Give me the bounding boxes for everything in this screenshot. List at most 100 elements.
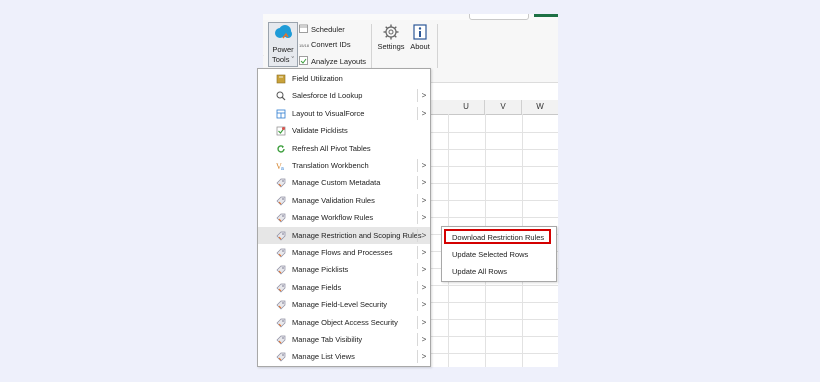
search-icon <box>276 91 286 101</box>
calendar-icon <box>299 24 308 33</box>
about-label: About <box>410 42 430 51</box>
menu-item[interactable]: Layout to VisualForce > <box>258 105 430 122</box>
menu-item-label: Manage Custom Metadata <box>292 178 381 188</box>
menu-item-label: Manage Flows and Processes <box>292 248 393 257</box>
analyze-layouts-icon <box>299 56 308 65</box>
tag-icon <box>276 266 286 275</box>
layout-icon <box>276 109 286 119</box>
power-tools-label-line2: Tools ˇ <box>271 55 295 64</box>
tag-icon <box>276 300 286 310</box>
chevron-right-icon[interactable]: > <box>417 159 430 172</box>
refresh-icon <box>277 144 285 153</box>
menu-item-label: Manage Fields <box>292 282 342 292</box>
ribbon-separator-2 <box>437 24 438 68</box>
convert-ids-label: Convert IDs <box>311 40 351 49</box>
convert-ids-icon: 15/18 <box>299 43 310 48</box>
menu-item-label: Salesforce Id Lookup <box>292 91 363 101</box>
svg-text:a: a <box>281 166 284 171</box>
about-button[interactable]: About <box>407 24 433 51</box>
chevron-right-icon[interactable]: > <box>417 176 430 190</box>
translation-icon: Va <box>276 162 284 171</box>
menu-item[interactable]: Manage Workflow Rules > <box>258 209 430 226</box>
update-selected-rows-item[interactable]: Update Selected Rows <box>443 246 555 262</box>
menu-item[interactable]: Validate Picklists <box>258 122 430 139</box>
menu-item-label: Translation Workbench <box>292 161 369 170</box>
menu-item[interactable]: Manage Picklists > <box>258 261 430 278</box>
scheduler-label: Scheduler <box>311 25 345 34</box>
menu-item[interactable]: Manage Object Access Security > <box>258 314 430 331</box>
settings-button[interactable]: Settings <box>377 24 405 51</box>
power-tools-label-line1: Power <box>272 45 294 54</box>
menu-item-label: Manage Restriction and Scoping Rules <box>292 230 422 240</box>
menu-item[interactable]: Manage List Views > <box>258 348 430 365</box>
menu-item-label: Manage Tab Visibility <box>292 335 363 344</box>
restriction-rules-submenu: Download Restriction Rules Update Select… <box>441 226 557 282</box>
chevron-right-icon[interactable]: > <box>417 211 430 225</box>
cloud-icon <box>275 25 292 39</box>
info-icon <box>413 24 427 40</box>
analyze-layouts-button[interactable]: Analyze Layouts <box>299 56 366 66</box>
ribbon-separator <box>371 24 372 68</box>
gear-icon <box>383 24 399 40</box>
chevron-right-icon[interactable]: > <box>417 333 430 346</box>
tag-icon <box>276 335 286 345</box>
top-accent <box>534 14 558 17</box>
page-background: ˇ Power Tools ˇ Scheduler 15/18Convert I… <box>0 0 820 382</box>
tag-icon <box>276 213 286 223</box>
menu-item-label: Manage Field-Level Security <box>292 300 388 310</box>
submenu-item-label: Update Selected Rows <box>452 250 529 259</box>
column-header-w[interactable]: W <box>522 100 558 115</box>
menu-item-label: Field Utilization <box>292 74 343 83</box>
chevron-right-icon[interactable]: > <box>417 246 430 259</box>
chevron-right-icon[interactable]: > <box>417 298 430 312</box>
tag-icon <box>276 283 286 293</box>
menu-item[interactable]: Manage Tab Visibility > <box>258 331 430 348</box>
menu-item[interactable]: Salesforce Id Lookup > <box>258 87 430 104</box>
download-restriction-rules-item[interactable]: Download Restriction Rules <box>444 229 551 244</box>
chevron-right-icon[interactable]: > <box>417 89 430 103</box>
column-header-u[interactable]: U <box>448 100 485 115</box>
update-all-rows-item[interactable]: Update All Rows <box>443 263 555 279</box>
menu-item-label: Manage Validation Rules <box>292 195 375 205</box>
menu-item[interactable]: Refresh All Pivot Tables <box>258 140 430 157</box>
analyze-layouts-label: Analyze Layouts <box>311 57 367 66</box>
menu-item-label: Manage Workflow Rules <box>292 213 374 223</box>
chevron-right-icon[interactable]: > <box>417 228 430 242</box>
chevron-right-icon[interactable]: > <box>417 193 430 207</box>
power-tools-label: Power Tools ˇ <box>269 45 297 65</box>
chevron-right-icon[interactable]: > <box>417 263 430 277</box>
chevron-right-icon[interactable]: > <box>417 106 430 120</box>
menu-item-label: Validate Picklists <box>292 126 348 136</box>
tag-icon <box>276 196 286 206</box>
menu-item-label: Manage Object Access Security <box>292 317 398 327</box>
convert-ids-button[interactable]: 15/18 Convert IDs <box>299 40 351 49</box>
tag-icon <box>276 248 286 258</box>
tag-icon <box>276 179 286 188</box>
submenu-item-label: Download Restriction Rules <box>452 233 545 242</box>
menu-item-label: Layout to VisualForce <box>292 108 365 118</box>
scheduler-button[interactable]: Scheduler <box>299 24 345 34</box>
tag-icon <box>276 231 286 241</box>
menu-item[interactable]: Field Utilization <box>258 70 430 87</box>
menu-item[interactable]: Manage Fields > <box>258 279 430 296</box>
tag-icon <box>276 353 286 362</box>
menu-item[interactable]: Manage Field-Level Security > <box>258 296 430 313</box>
power-tools-menu: Field Utilization Salesforce Id Lookup > La… <box>257 68 431 367</box>
menu-item-label: Manage List Views <box>292 352 355 362</box>
validate-picklists-icon <box>276 126 286 136</box>
chevron-right-icon[interactable]: > <box>417 350 430 364</box>
menu-item[interactable]: Va Translation Workbench > <box>258 157 430 174</box>
field-utilization-icon <box>276 74 286 84</box>
power-tools-button[interactable]: Power Tools ˇ <box>268 22 298 67</box>
chevron-right-icon[interactable]: > <box>417 315 430 329</box>
menu-item-label: Manage Picklists <box>292 265 349 275</box>
menu-item[interactable]: Manage Custom Metadata > <box>258 174 430 191</box>
menu-item[interactable]: Manage Restriction and Scoping Rules > <box>258 226 430 244</box>
column-header-v[interactable]: V <box>485 100 522 115</box>
settings-label: Settings <box>377 42 405 51</box>
menu-item[interactable]: Manage Flows and Processes > <box>258 244 430 261</box>
menu-item[interactable]: Manage Validation Rules > <box>258 192 430 209</box>
submenu-item-label: Update All Rows <box>452 267 508 276</box>
menu-item-label: Refresh All Pivot Tables <box>292 143 371 153</box>
chevron-right-icon[interactable]: > <box>417 280 430 294</box>
